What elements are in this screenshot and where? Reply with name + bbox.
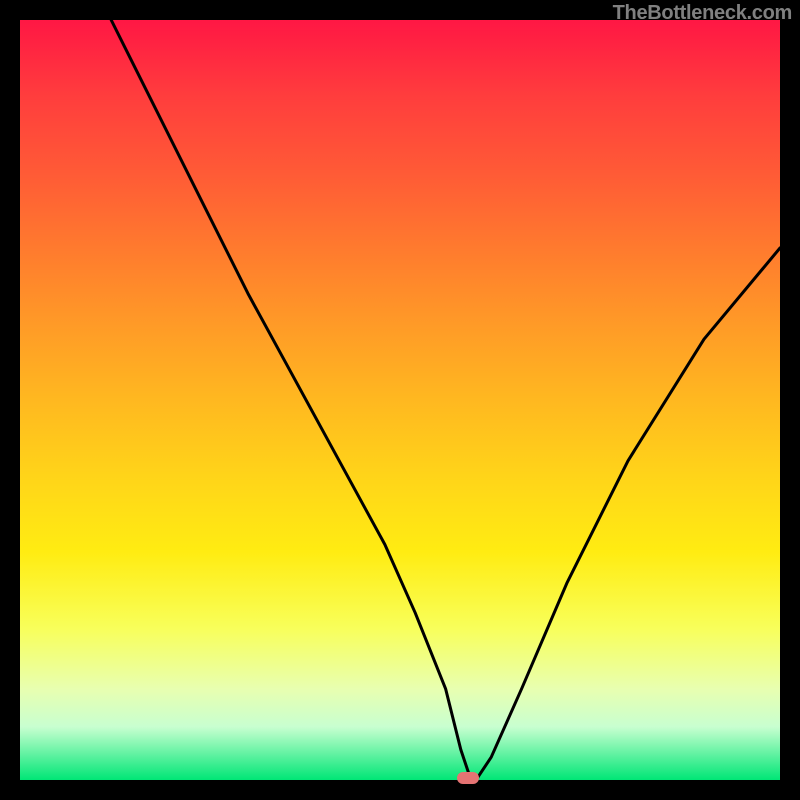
curve-path — [111, 20, 780, 780]
watermark-text: TheBottleneck.com — [613, 2, 792, 25]
chart-container: TheBottleneck.com — [0, 0, 800, 800]
bottleneck-curve — [20, 20, 780, 780]
optimal-marker — [457, 772, 479, 784]
plot-area — [20, 20, 780, 780]
